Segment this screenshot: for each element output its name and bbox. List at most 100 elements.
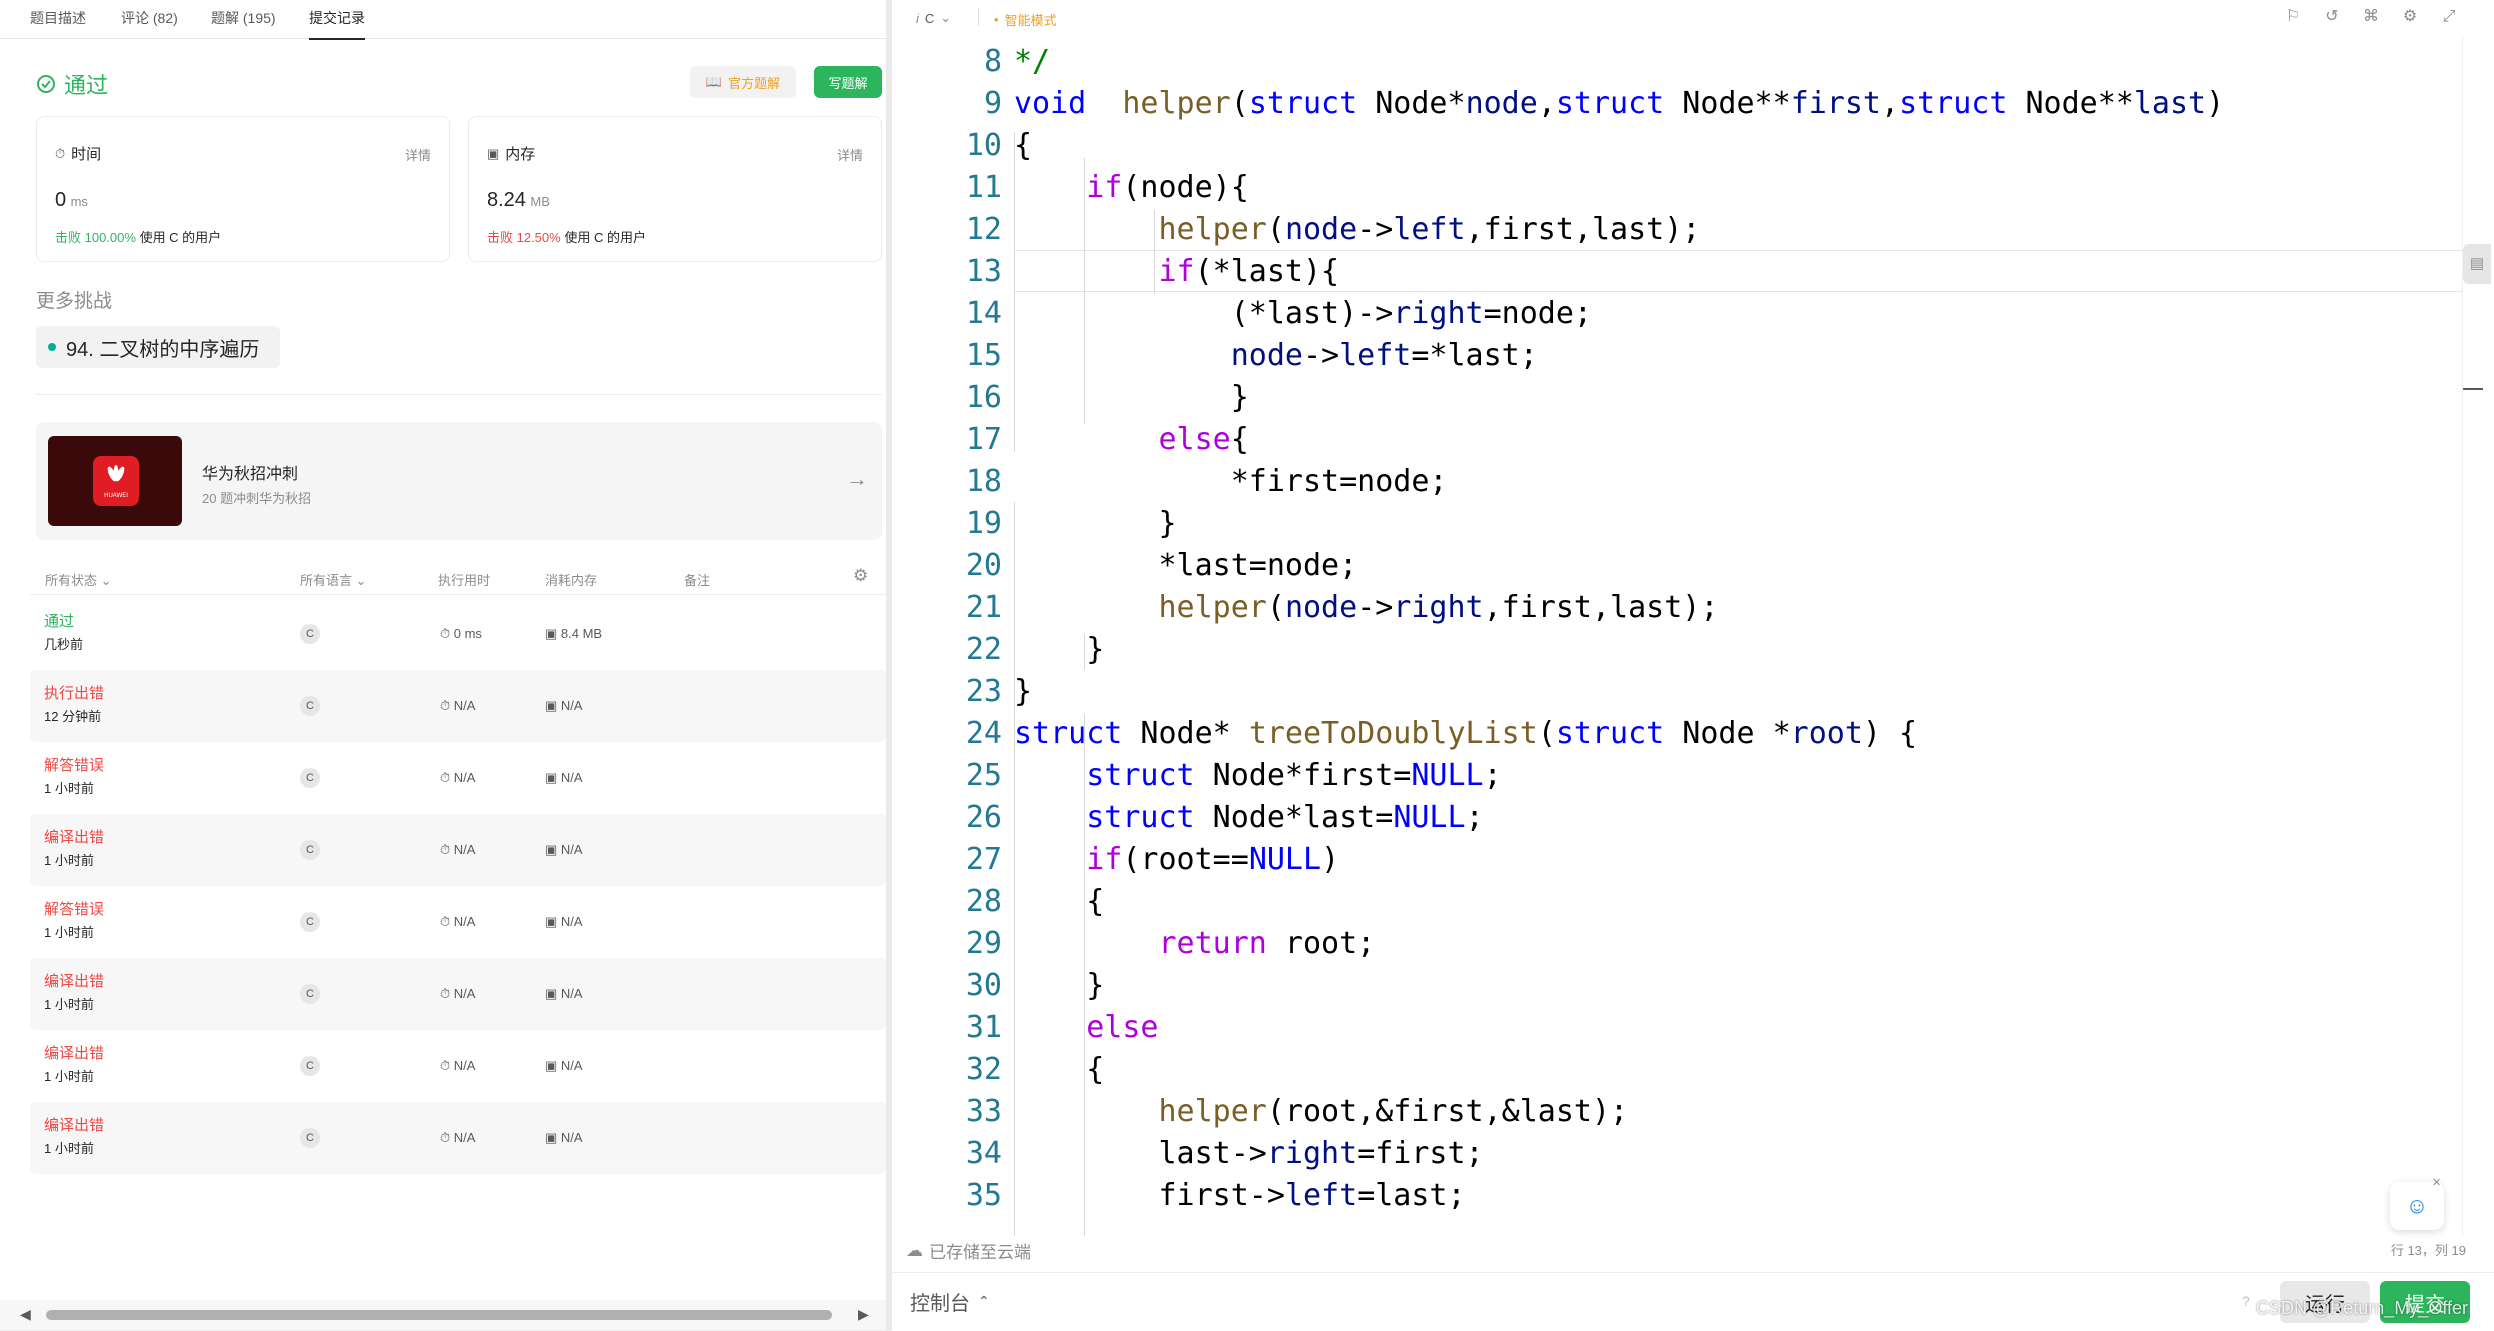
settings-icon[interactable]: ⚙: [2399, 6, 2421, 28]
tab-submissions[interactable]: 提交记录: [309, 8, 365, 40]
code-token: left: [1284, 1178, 1358, 1213]
scrollbar-thumb[interactable]: [46, 1310, 832, 1320]
code-token: struct: [1248, 86, 1358, 121]
table-row[interactable]: 编译出错 1 小时前 C ⏱ N/A ▣ N/A: [30, 1030, 886, 1102]
code-line[interactable]: {: [1014, 1052, 1104, 1087]
code-line[interactable]: void helper(struct Node*node,struct Node…: [1014, 86, 2224, 121]
code-line[interactable]: *last=node;: [1014, 548, 1357, 583]
code-line[interactable]: {: [1014, 128, 1032, 163]
gear-icon[interactable]: ⚙: [853, 566, 868, 586]
table-row[interactable]: 执行出错 12 分钟前 C ⏱ N/A ▣ N/A: [30, 670, 886, 742]
runtime-detail-link[interactable]: 详情: [405, 145, 431, 164]
language-selector[interactable]: i C ⌄: [916, 10, 951, 26]
table-row[interactable]: 解答错误 1 小时前 C ⏱ N/A ▣ N/A: [30, 742, 886, 814]
official-solution-button[interactable]: 📖 官方题解: [690, 66, 796, 98]
fullscreen-icon[interactable]: ⤢: [2438, 6, 2460, 28]
code-token: ,: [1537, 86, 1556, 121]
submission-status[interactable]: 通过: [44, 610, 74, 631]
close-feedback-icon[interactable]: ✕: [2432, 1176, 2441, 1189]
code-editor[interactable]: 8 */9 void helper(struct Node*node,struct …: [892, 36, 2462, 1236]
promo-card[interactable]: HUAWEI 华为秋招冲刺 20 题冲刺华为秋招 →: [36, 422, 882, 540]
code-token: right: [1266, 1136, 1358, 1171]
related-problem-chip[interactable]: 94. 二叉树的中序遍历: [36, 326, 280, 368]
code-line[interactable]: }: [1014, 968, 1104, 1003]
clock-icon: ⏱: [440, 1130, 454, 1145]
smart-mode-toggle[interactable]: • 智能模式: [994, 10, 1057, 29]
filter-language[interactable]: 所有语言 ⌄: [300, 570, 367, 589]
submission-time: 12 分钟前: [44, 709, 102, 724]
filter-status-label: 所有状态: [45, 573, 98, 588]
code-line[interactable]: last->right=first;: [1014, 1136, 1483, 1171]
code-line[interactable]: {: [1014, 884, 1104, 919]
code-line[interactable]: if(*last){: [1014, 254, 1340, 289]
scroll-left-icon[interactable]: ◀: [20, 1306, 31, 1323]
code-line[interactable]: else{: [1014, 422, 1249, 457]
submission-status[interactable]: 编译出错: [44, 1114, 104, 1135]
code-line[interactable]: }: [1014, 506, 1176, 541]
reset-icon[interactable]: ↺: [2321, 6, 2343, 28]
promo-subtitle: 20 题冲刺华为秋招: [202, 491, 312, 506]
code-token: node: [1284, 212, 1358, 247]
help-icon[interactable]: ?: [2242, 1293, 2250, 1309]
code-line[interactable]: (*last)->right=node;: [1014, 296, 1592, 331]
code-line[interactable]: first->left=last;: [1014, 1178, 1465, 1213]
code-line[interactable]: helper(node->right,first,last);: [1014, 590, 1719, 625]
submission-status[interactable]: 编译出错: [44, 1042, 104, 1063]
table-row[interactable]: 通过 几秒前 C ⏱ 0 ms ▣ 8.4 MB: [30, 598, 886, 670]
code-line[interactable]: }: [1014, 632, 1104, 667]
submission-status[interactable]: 编译出错: [44, 826, 104, 847]
write-solution-button[interactable]: 写题解: [814, 66, 882, 98]
bookmark-icon[interactable]: ⚐: [2282, 6, 2304, 28]
memory-cell: ▣ N/A: [545, 986, 583, 1002]
tab-description[interactable]: 题目描述: [30, 8, 86, 28]
submission-status[interactable]: 解答错误: [44, 754, 104, 775]
code-token: ): [1321, 842, 1340, 877]
table-row[interactable]: 编译出错 1 小时前 C ⏱ N/A ▣ N/A: [30, 1102, 886, 1174]
memory-value: 8.4 MB: [560, 626, 603, 641]
line-number: 8: [983, 44, 1002, 79]
code-line[interactable]: struct Node* treeToDoublyList(struct Nod…: [1014, 716, 1917, 751]
cursor-marker: [2463, 388, 2483, 390]
code-line[interactable]: if(node){: [1014, 170, 1249, 205]
chip-icon: ▣: [487, 145, 500, 161]
code-line[interactable]: struct Node*first=NULL;: [1014, 758, 1501, 793]
submission-status[interactable]: 编译出错: [44, 970, 104, 991]
notes-icon[interactable]: ▤: [2463, 244, 2491, 284]
code-line[interactable]: return root;: [1014, 926, 1376, 961]
language-badge: C: [300, 624, 320, 644]
console-label: 控制台: [910, 1293, 970, 1315]
code-line[interactable]: helper(node->left,first,last);: [1014, 212, 1701, 247]
console-toggle[interactable]: 控制台 ⌃: [910, 1287, 990, 1316]
table-row[interactable]: 解答错误 1 小时前 C ⏱ N/A ▣ N/A: [30, 886, 886, 958]
feedback-icon[interactable]: ☺: [2390, 1182, 2444, 1230]
scroll-right-icon[interactable]: ▶: [858, 1306, 869, 1323]
code-line[interactable]: }: [1014, 674, 1032, 709]
code-line[interactable]: }: [1014, 380, 1249, 415]
code-line[interactable]: else: [1014, 1010, 1158, 1045]
overview-ruler[interactable]: ▤: [2462, 36, 2494, 1236]
horizontal-scrollbar[interactable]: ◀ ▶: [0, 1300, 886, 1330]
code-line[interactable]: */: [1014, 44, 1050, 79]
code-line[interactable]: node->left=*last;: [1014, 338, 1538, 373]
tab-solutions[interactable]: 题解 (195): [211, 8, 276, 28]
filter-status[interactable]: 所有状态 ⌄: [45, 570, 112, 589]
code-token: {: [1014, 128, 1033, 163]
table-row[interactable]: 编译出错 1 小时前 C ⏱ N/A ▣ N/A: [30, 958, 886, 1030]
code-line[interactable]: if(root==NULL): [1014, 842, 1339, 877]
runtime-cell: ⏱ N/A: [440, 698, 475, 714]
tab-comments[interactable]: 评论 (82): [121, 8, 178, 28]
code-line[interactable]: helper(root,&first,&last);: [1014, 1094, 1629, 1129]
submission-status[interactable]: 执行出错: [44, 682, 104, 703]
code-line[interactable]: *first=node;: [1014, 464, 1448, 499]
submission-status[interactable]: 解答错误: [44, 898, 104, 919]
code-line[interactable]: struct Node*last=NULL;: [1014, 800, 1483, 835]
divider: [36, 394, 882, 395]
memory-detail-link[interactable]: 详情: [837, 145, 863, 164]
table-row[interactable]: 编译出错 1 小时前 C ⏱ N/A ▣ N/A: [30, 814, 886, 886]
left-panel: 题目描述 评论 (82) 题解 (195) 提交记录 通过 📖 官方题解 写题解…: [0, 0, 886, 1330]
runtime-beat-pct: 击败 100.00%: [55, 230, 136, 245]
line-number: 17: [965, 422, 1002, 457]
line-number: 27: [965, 842, 1002, 877]
shortcut-icon[interactable]: ⌘: [2360, 6, 2382, 28]
